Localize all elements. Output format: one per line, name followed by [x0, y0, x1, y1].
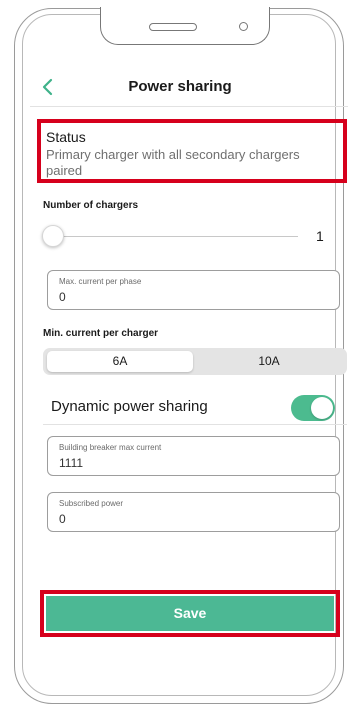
chargers-slider-track[interactable]: [55, 236, 298, 237]
segment-10a[interactable]: 10A: [195, 351, 343, 372]
speaker-icon: [149, 23, 197, 31]
subscribed-power-label: Subscribed power: [59, 499, 124, 508]
max-current-label: Max. current per phase: [59, 277, 142, 286]
toggle-divider: [43, 424, 347, 425]
segment-6a[interactable]: 6A: [47, 351, 193, 372]
max-current-value: 0: [59, 290, 66, 304]
dynamic-power-sharing-label: Dynamic power sharing: [51, 398, 208, 415]
save-highlight: Save: [40, 590, 340, 637]
page-title: Power sharing: [128, 78, 232, 95]
building-breaker-field[interactable]: Building breaker max current 1111: [47, 436, 340, 476]
number-of-chargers-label: Number of chargers: [43, 200, 139, 211]
dynamic-power-sharing-toggle[interactable]: [291, 395, 335, 421]
subscribed-power-field[interactable]: Subscribed power 0: [47, 492, 340, 532]
building-breaker-label: Building breaker max current: [59, 443, 162, 452]
chargers-slider-thumb[interactable]: [42, 225, 64, 247]
header: Power sharing: [30, 72, 330, 102]
min-current-label: Min. current per charger: [43, 328, 159, 339]
subscribed-power-value: 0: [59, 512, 66, 526]
building-breaker-value: 1111: [59, 456, 84, 470]
phone-notch: [100, 7, 270, 45]
header-divider: [30, 106, 348, 107]
save-button[interactable]: Save: [46, 596, 334, 631]
chargers-slider-value: 1: [316, 228, 324, 244]
status-description: Primary charger with all secondary charg…: [46, 147, 300, 178]
status-section: Status Primary charger with all secondar…: [37, 119, 347, 183]
max-current-field[interactable]: Max. current per phase 0: [47, 270, 340, 310]
min-current-segmented-control: 6A 10A: [43, 348, 347, 375]
toggle-knob: [311, 397, 333, 419]
camera-icon: [239, 22, 248, 31]
status-title: Status: [46, 129, 86, 145]
